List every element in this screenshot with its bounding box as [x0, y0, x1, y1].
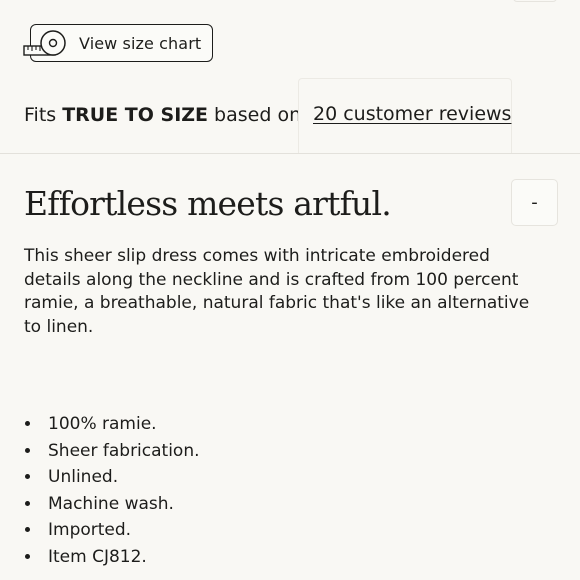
- fit-rating: TRUE TO SIZE: [62, 104, 209, 126]
- previous-panel-edge: [513, 0, 557, 2]
- fit-summary: Fits TRUE TO SIZE based on: [24, 102, 301, 128]
- feature-item: 100% ramie.: [42, 411, 200, 438]
- view-size-chart-button[interactable]: View size chart: [23, 24, 213, 62]
- minus-icon: -: [531, 192, 538, 213]
- feature-item: Item CJ812.: [42, 544, 200, 571]
- feature-item: Machine wash.: [42, 491, 200, 518]
- fit-prefix: Fits: [24, 104, 57, 126]
- measuring-tape-icon: [23, 30, 66, 56]
- fit-suffix: based on: [214, 104, 302, 126]
- details-headline: Effortless meets artful.: [24, 184, 392, 223]
- feature-list: 100% ramie. Sheer fabrication. Unlined. …: [42, 411, 200, 570]
- feature-item: Sheer fabrication.: [42, 438, 200, 465]
- feature-item: Imported.: [42, 517, 200, 544]
- collapse-details-button[interactable]: -: [511, 179, 558, 226]
- feature-item: Unlined.: [42, 464, 200, 491]
- section-divider: [0, 153, 580, 154]
- customer-reviews-link[interactable]: 20 customer reviews: [313, 103, 511, 125]
- view-size-chart-label: View size chart: [79, 33, 202, 53]
- product-description: This sheer slip dress comes with intrica…: [24, 246, 530, 337]
